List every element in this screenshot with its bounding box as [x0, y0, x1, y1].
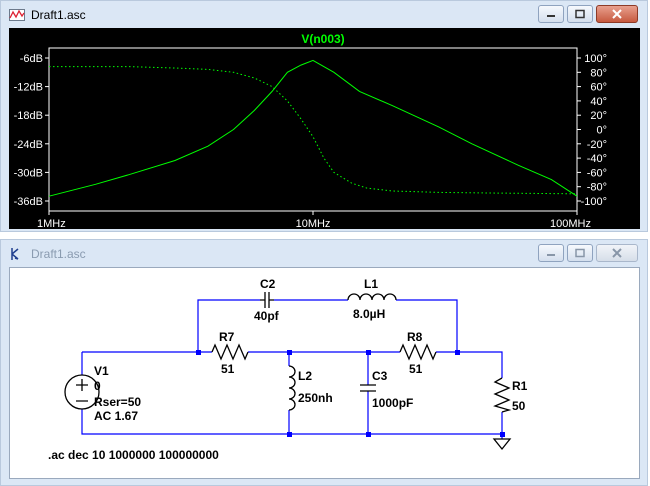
- right-axis: 100° 80° 60° 40° 20° 0° -20° -40° -60° -80° -100°: [577, 53, 607, 208]
- plot-border: [48, 47, 578, 212]
- junction: [500, 432, 505, 437]
- left-tick-label: -6dB: [20, 53, 43, 65]
- right-tick-label: 40°: [590, 96, 607, 108]
- waveform-icon: [9, 9, 25, 21]
- c3-name: C3: [372, 369, 388, 383]
- plot-window: Draft1.asc V(n003) -6dB -12dB -18dB -24dB -3…: [0, 0, 648, 232]
- junction: [366, 350, 371, 355]
- schematic-window-titlebar[interactable]: Draft1.asc: [1, 240, 647, 267]
- right-tick-label: -80°: [587, 182, 607, 194]
- r7-name: R7: [219, 330, 235, 344]
- right-tick-label: 20°: [590, 110, 607, 122]
- wire[interactable]: [197, 299, 260, 352]
- capacitor-c3[interactable]: [360, 384, 376, 392]
- l2-name: L2: [298, 369, 312, 383]
- wire[interactable]: [396, 299, 458, 352]
- r8-name: R8: [407, 330, 423, 344]
- resistor-r1[interactable]: [493, 377, 512, 413]
- c2-name: C2: [260, 277, 276, 291]
- restore-icon: [575, 248, 585, 258]
- capacitor-c2[interactable]: [260, 292, 274, 308]
- schematic-restore-button[interactable]: [567, 244, 593, 262]
- right-tick-label: 0°: [596, 125, 607, 137]
- inductor-l2[interactable]: [288, 365, 296, 411]
- schematic-close-button[interactable]: [596, 244, 638, 262]
- l1-name: L1: [364, 277, 378, 291]
- waveform-plot[interactable]: V(n003) -6dB -12dB -18dB -24dB -30dB -36dB 10…: [9, 28, 640, 230]
- right-tick-label: -40°: [587, 153, 607, 165]
- schematic-window-title: Draft1.asc: [31, 247, 86, 261]
- right-tick-label: 80°: [590, 67, 607, 79]
- junction: [455, 350, 460, 355]
- v1-ac: AC 1.67: [94, 409, 138, 423]
- left-tick-label: -30dB: [14, 167, 43, 179]
- wire[interactable]: [436, 351, 503, 378]
- v1-value: 0: [94, 379, 101, 393]
- c2-value: 40pf: [254, 309, 280, 323]
- left-tick-label: -36dB: [14, 196, 43, 208]
- junction: [196, 350, 201, 355]
- restore-button[interactable]: [567, 5, 593, 23]
- right-tick-label: -100°: [581, 196, 607, 208]
- close-icon: [612, 248, 622, 258]
- r1-name: R1: [512, 379, 528, 393]
- schematic-minimize-button[interactable]: [538, 244, 564, 262]
- magnitude-trace: [48, 59, 578, 197]
- minimize-icon: [547, 15, 555, 17]
- right-tick-label: 100°: [584, 53, 607, 65]
- x-tick-label: 1MHz: [37, 218, 66, 229]
- x-tick-label: 100MHz: [550, 218, 591, 229]
- wire[interactable]: [81, 409, 503, 435]
- schematic-svg: C2 40pf L1 8.0µH R7 51 R8 51 L2 250nh C3…: [48, 277, 528, 462]
- junction: [287, 350, 292, 355]
- left-tick-label: -24dB: [14, 139, 43, 151]
- close-button[interactable]: [596, 5, 638, 23]
- left-axis: -6dB -12dB -18dB -24dB -30dB -36dB: [14, 53, 49, 208]
- trace-title[interactable]: V(n003): [301, 32, 344, 46]
- right-tick-label: -60°: [587, 167, 607, 179]
- left-tick-label: -12dB: [14, 82, 43, 94]
- ground-symbol[interactable]: [492, 438, 512, 451]
- spice-directive[interactable]: .ac dec 10 1000000 100000000: [48, 448, 219, 462]
- plot-window-titlebar[interactable]: Draft1.asc: [1, 1, 647, 28]
- x-axis: 1MHz 10MHz 100MHz: [37, 211, 591, 230]
- schematic-icon: [11, 248, 19, 260]
- plot-svg: V(n003) -6dB -12dB -18dB -24dB -30dB -36dB 10…: [14, 32, 607, 230]
- right-tick-label: 60°: [590, 82, 607, 94]
- r1-value: 50: [512, 399, 526, 413]
- right-tick-label: -20°: [587, 139, 607, 151]
- v1-rser: Rser=50: [94, 395, 141, 409]
- minimize-button[interactable]: [538, 5, 564, 23]
- close-icon: [612, 9, 622, 19]
- resistor-r8[interactable]: [399, 343, 437, 361]
- x-tick-label: 10MHz: [296, 218, 331, 229]
- traces: [48, 59, 578, 197]
- resistor-r7[interactable]: [211, 343, 249, 361]
- v1-name: V1: [94, 364, 109, 378]
- schematic-canvas[interactable]: C2 40pf L1 8.0µH R7 51 R8 51 L2 250nh C3…: [9, 267, 640, 479]
- minimize-icon: [547, 254, 555, 256]
- l1-value: 8.0µH: [353, 307, 385, 321]
- r8-value: 51: [409, 362, 423, 376]
- inductor-l1[interactable]: [347, 293, 397, 301]
- r7-value: 51: [221, 362, 235, 376]
- c3-value: 1000pF: [372, 396, 413, 410]
- junction: [366, 432, 371, 437]
- plot-frame: [48, 47, 578, 212]
- junction: [287, 432, 292, 437]
- left-tick-label: -18dB: [14, 110, 43, 122]
- restore-icon: [575, 9, 585, 19]
- plot-window-title: Draft1.asc: [31, 8, 86, 22]
- schematic-window: Draft1.asc C2 40pf L1 8.0µH R7 51 R8 51 …: [0, 239, 648, 486]
- l2-value: 250nh: [298, 391, 333, 405]
